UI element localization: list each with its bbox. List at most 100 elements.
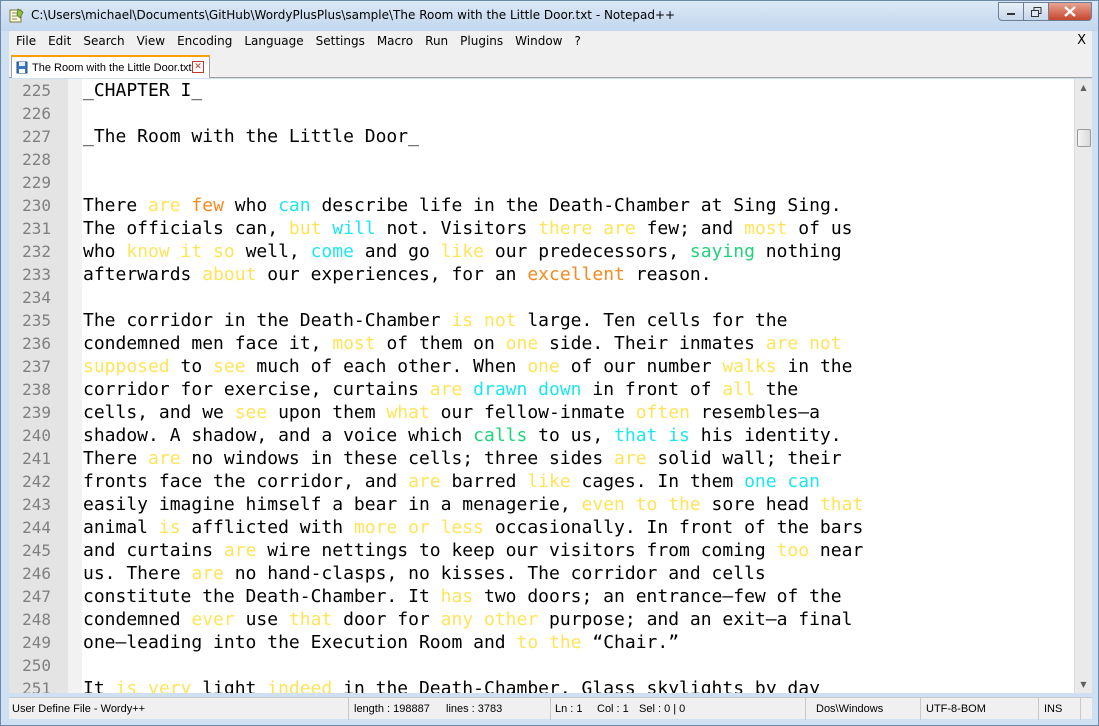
title-bar[interactable]: C:\Users\michael\Documents\GitHub\WordyP… (1, 1, 1098, 31)
line-number: 236 (22, 334, 51, 353)
editor-line[interactable]: 237 supposed to see much of each other. W… (9, 355, 1069, 378)
editor-line[interactable]: 240 shadow. A shadow, and a voice which c… (9, 424, 1069, 447)
line-number: 238 (22, 380, 51, 399)
editor-line[interactable]: 247 constitute the Death-Chamber. It has … (9, 585, 1069, 608)
text-editor[interactable]: 225 _CHAPTER I_ 226 227 _The Room with the L… (9, 79, 1092, 693)
line-text: us. There are no hand-clasps, no kisses.… (83, 562, 766, 585)
highlighted-word: even to the (581, 494, 701, 515)
minimize-button[interactable] (998, 2, 1024, 21)
highlighted-word: what (386, 402, 430, 423)
line-number: 226 (22, 104, 51, 123)
editor-line[interactable]: 228 (9, 148, 1069, 171)
editor-line[interactable]: 226 (9, 102, 1069, 125)
text-run: and go (353, 241, 441, 262)
editor-line[interactable]: 225 _CHAPTER I_ (9, 79, 1069, 102)
editor-line[interactable]: 231 The officials can, but will not. Visi… (9, 217, 1069, 240)
text-run (321, 218, 332, 239)
line-number: 246 (22, 564, 51, 583)
highlighted-word: see (234, 402, 268, 423)
menu-help[interactable]: ? (568, 34, 586, 48)
menu-run[interactable]: Run (419, 34, 454, 48)
menu-macro[interactable]: Macro (371, 34, 419, 48)
menu-view[interactable]: View (131, 34, 171, 48)
highlighted-word: like (527, 471, 571, 492)
text-run: use (234, 609, 289, 630)
text-run: resembles—a (689, 402, 820, 423)
highlighted-word: that (288, 609, 333, 630)
highlighted-word: often (635, 402, 690, 423)
editor-line[interactable]: 233 afterwards about our experiences, for… (9, 263, 1069, 286)
text-run: our predecessors, (484, 241, 690, 262)
editor-line[interactable]: 249 one—leading into the Execution Room a… (9, 631, 1069, 654)
line-number: 241 (22, 449, 51, 468)
editor-line[interactable]: 235 The corridor in the Death-Chamber is … (9, 309, 1069, 332)
editor-line[interactable]: 241 There are no windows in these cells; … (9, 447, 1069, 470)
editor-lines: 225 _CHAPTER I_ 226 227 _The Room with the L… (9, 79, 1069, 693)
text-run: light (191, 678, 268, 693)
editor-line[interactable]: 234 (9, 286, 1069, 309)
close-document-button[interactable]: X (1077, 33, 1086, 48)
menu-file[interactable]: File (9, 34, 42, 48)
highlighted-word: few (191, 195, 224, 216)
text-run: cells, and we (83, 402, 235, 423)
editor-line[interactable]: 238 corridor for exercise, curtains are d… (9, 378, 1069, 401)
editor-line[interactable]: 251 It is very light indeed in the Death-… (9, 677, 1069, 693)
vertical-scrollbar[interactable]: ▲ ▼ (1074, 79, 1092, 693)
highlighted-word: one (505, 333, 539, 354)
highlighted-word: know it so (126, 241, 235, 262)
line-text: There are few who can describe life in t… (83, 194, 842, 217)
line-text: The corridor in the Death-Chamber is not… (83, 309, 787, 332)
close-window-button[interactable] (1049, 2, 1092, 21)
text-run: and curtains (83, 540, 224, 561)
highlighted-word: that (819, 494, 864, 515)
editor-line[interactable]: 245 and curtains are wire nettings to kee… (9, 539, 1069, 562)
editor-line[interactable]: 242 fronts face the corridor, and are bar… (9, 470, 1069, 493)
scroll-down-icon[interactable]: ▼ (1075, 676, 1092, 693)
highlighted-word: is not (451, 310, 517, 331)
editor-line[interactable]: 248 condemned ever use that door for any … (9, 608, 1069, 631)
highlighted-word: any other (440, 609, 539, 630)
editor-line[interactable]: 244 animal is afflicted with more or less… (9, 516, 1069, 539)
editor-line[interactable]: 227 _The Room with the Little Door_ (9, 125, 1069, 148)
window-title: C:\Users\michael\Documents\GitHub\WordyP… (31, 8, 676, 22)
text-run: describe life in the Death-Chamber at Si… (310, 195, 842, 216)
scroll-thumb[interactable] (1077, 129, 1091, 147)
text-run: door for (332, 609, 441, 630)
editor-line[interactable]: 239 cells, and we see upon them what our … (9, 401, 1069, 424)
menu-window[interactable]: Window (509, 34, 568, 48)
highlighted-word: see (213, 356, 246, 377)
menu-plugins[interactable]: Plugins (454, 34, 509, 48)
editor-line[interactable]: 243 easily imagine himself a bear in a me… (9, 493, 1069, 516)
line-number: 227 (22, 127, 51, 146)
text-run: us. There (83, 563, 192, 584)
status-eol: Dos\Windows (813, 698, 921, 720)
highlighted-word: is (158, 517, 181, 538)
editor-line[interactable]: 246 us. There are no hand-clasps, no kiss… (9, 562, 1069, 585)
highlighted-word: has (440, 586, 474, 607)
line-number: 230 (22, 196, 51, 215)
text-run: the (754, 379, 799, 400)
scroll-up-icon[interactable]: ▲ (1075, 79, 1092, 96)
tab-document[interactable]: The Room with the Little Door.txt ✕ (11, 55, 210, 78)
menu-settings[interactable]: Settings (310, 34, 371, 48)
tab-close-icon[interactable]: ✕ (192, 61, 204, 73)
highlighted-word: is very (115, 678, 192, 693)
highlighted-word: more or less (353, 517, 484, 538)
maximize-button[interactable] (1024, 2, 1049, 21)
menu-encoding[interactable]: Encoding (171, 34, 238, 48)
status-language: User Define File - Wordy++ (9, 698, 349, 720)
text-run: no hand-clasps, no kisses. The corridor … (223, 563, 766, 584)
editor-line[interactable]: 232 who know it so well, come and go like… (9, 240, 1069, 263)
menu-edit[interactable]: Edit (42, 34, 77, 48)
text-run: no windows in these cells; three sides (180, 448, 615, 469)
line-number: 248 (22, 610, 51, 629)
status-line: Ln : 1 (555, 703, 583, 715)
editor-line[interactable]: 229 (9, 171, 1069, 194)
menu-search[interactable]: Search (77, 34, 130, 48)
menu-language[interactable]: Language (238, 34, 309, 48)
highlighted-word: one (527, 356, 560, 377)
editor-line[interactable]: 236 condemned men face it, most of them o… (9, 332, 1069, 355)
editor-line[interactable]: 230 There are few who can describe life i… (9, 194, 1069, 217)
editor-line[interactable]: 250 (9, 654, 1069, 677)
text-run: sore head (700, 494, 820, 515)
